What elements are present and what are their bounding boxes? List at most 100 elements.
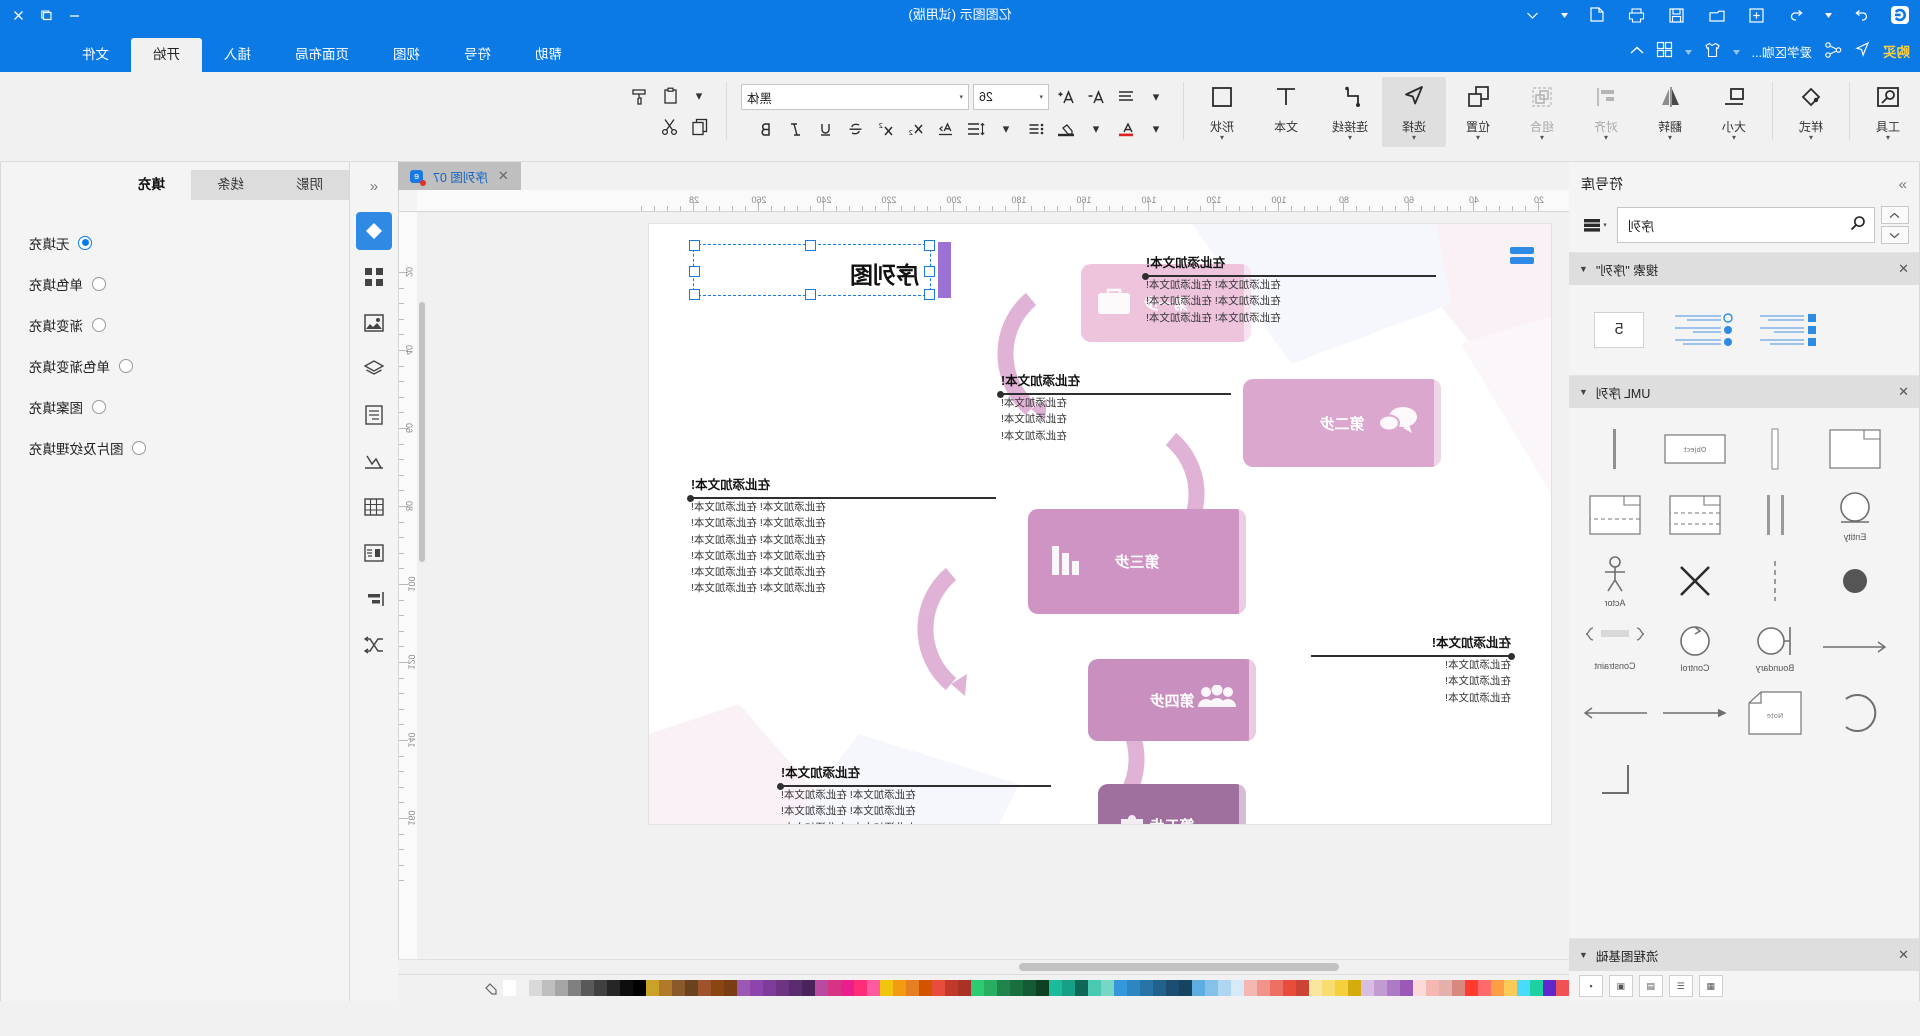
color-swatch[interactable] <box>1192 980 1205 996</box>
color-swatch[interactable] <box>1504 980 1517 996</box>
caption-4[interactable]: 在此添加文本! 在此添加文本! 在此添加文本! 在此添加文本! <box>1311 632 1511 706</box>
notes-tool[interactable] <box>356 396 392 434</box>
color-swatch[interactable] <box>1114 980 1127 996</box>
tab-symbols[interactable]: 符号 <box>442 38 513 72</box>
shape-corner-connector[interactable] <box>1575 746 1655 812</box>
color-swatch[interactable] <box>815 980 828 996</box>
shape-button[interactable]: 形状 ▾ <box>1190 77 1254 147</box>
account-dropdown-icon[interactable] <box>1732 44 1740 58</box>
color-swatch[interactable] <box>659 980 672 996</box>
color-swatch[interactable] <box>893 980 906 996</box>
selection-handle[interactable] <box>689 240 700 251</box>
radio-indicator[interactable] <box>92 317 106 332</box>
font-family-input[interactable]: ▾ 黑体 <box>741 84 969 110</box>
color-swatch[interactable] <box>906 980 919 996</box>
tab-fill[interactable]: 填充 <box>112 170 191 200</box>
shape-boundary[interactable]: Boundary <box>1735 614 1815 680</box>
color-swatch[interactable] <box>1179 980 1192 996</box>
library-section-header[interactable]: ✕ 搜索 "序列" ▼ <box>1569 253 1919 285</box>
tools-caret[interactable]: ▾ <box>1886 133 1890 142</box>
style-caret[interactable]: ▾ <box>1809 133 1813 142</box>
color-swatch[interactable] <box>555 980 568 996</box>
radio-indicator[interactable] <box>78 235 93 250</box>
step-box-2[interactable]: 第二步 <box>1243 379 1441 467</box>
color-swatch[interactable] <box>1530 980 1543 996</box>
size-caret[interactable]: ▾ <box>1732 133 1736 142</box>
color-swatch[interactable] <box>724 980 737 996</box>
chevron-double-left-icon[interactable]: « <box>350 168 398 204</box>
caption-3[interactable]: 在此添加文本! 在此添加文本! 在此添加文本! 在此添加文本! 在此添加文本! … <box>691 474 996 597</box>
view-small-icon[interactable]: ▪ <box>1579 975 1603 997</box>
buy-button[interactable]: 购买 <box>1883 41 1910 61</box>
fill-option-pattern[interactable]: 图案填充 <box>29 386 349 427</box>
selection-handle[interactable] <box>805 289 816 300</box>
step-box-3[interactable]: 第三步 <box>1028 509 1246 614</box>
shape-curve-connector[interactable] <box>1815 680 1895 746</box>
font-color-caret[interactable]: ▾ <box>1143 117 1169 141</box>
palette-more-icon[interactable] <box>479 981 503 995</box>
symbol-search-input[interactable] <box>1626 216 1844 234</box>
color-swatch[interactable] <box>1270 980 1283 996</box>
color-swatch[interactable] <box>529 980 542 996</box>
underline-button[interactable] <box>813 117 839 141</box>
color-swatch[interactable] <box>1517 980 1530 996</box>
color-swatch[interactable] <box>1322 980 1335 996</box>
color-swatch[interactable] <box>1387 980 1400 996</box>
selection-handle[interactable] <box>805 240 816 251</box>
image-tool[interactable] <box>356 304 392 342</box>
highlight-color-button[interactable] <box>1053 117 1079 141</box>
color-swatch[interactable] <box>568 980 581 996</box>
step-box-5[interactable]: 第五步 <box>1098 784 1246 824</box>
color-swatch[interactable] <box>828 980 841 996</box>
canvas-horizontal-scrollbar[interactable] <box>398 959 1569 974</box>
selection-handle[interactable] <box>689 266 700 277</box>
close-icon[interactable]: ✕ <box>1898 947 1909 963</box>
size-button[interactable]: 大小 ▾ <box>1702 77 1766 147</box>
fill-option-none[interactable]: 无填充 <box>29 222 349 263</box>
grow-font-button[interactable] <box>1053 85 1079 109</box>
radio-indicator[interactable] <box>92 276 106 291</box>
chevron-down-icon[interactable]: ▼ <box>1579 387 1588 397</box>
cursor-icon[interactable] <box>1854 41 1871 61</box>
shape-alt-frame[interactable] <box>1575 482 1655 548</box>
shape-message-right[interactable] <box>1575 680 1655 746</box>
color-swatch[interactable] <box>1075 980 1088 996</box>
color-swatch[interactable] <box>1101 980 1114 996</box>
color-swatch[interactable] <box>750 980 763 996</box>
selection-handle[interactable] <box>689 289 700 300</box>
color-swatch[interactable] <box>1205 980 1218 996</box>
color-swatch[interactable] <box>1335 980 1348 996</box>
color-swatch[interactable] <box>1413 980 1426 996</box>
shape-caret[interactable]: ▾ <box>1220 133 1224 142</box>
view-grid-icon[interactable]: ▦ <box>1699 975 1723 997</box>
select-caret[interactable]: ▾ <box>1412 133 1416 142</box>
list-item[interactable] <box>1747 297 1827 363</box>
canvas-viewport[interactable]: 第一步 第二步 第三步 第四步 在此添加文本! 在此添加文本! 在此添加文本! … <box>417 212 1569 959</box>
scroll-thumb[interactable] <box>419 302 425 562</box>
color-swatch[interactable] <box>594 980 607 996</box>
shape-frame[interactable] <box>1815 416 1895 482</box>
layers-tool[interactable] <box>356 350 392 388</box>
view-large-icon[interactable]: ▣ <box>1609 975 1633 997</box>
shrink-font-button[interactable] <box>1083 85 1109 109</box>
color-swatch[interactable] <box>1088 980 1101 996</box>
color-swatch[interactable] <box>1348 980 1361 996</box>
library-section-header[interactable]: ✕ UML 序列 ▼ <box>1569 376 1919 408</box>
scroll-thumb[interactable] <box>1019 963 1339 971</box>
tab-help[interactable]: 帮助 <box>513 38 584 72</box>
color-swatch[interactable] <box>607 980 620 996</box>
fill-tool[interactable] <box>356 212 392 250</box>
align-button[interactable]: 对齐 ▾ <box>1574 77 1638 147</box>
color-swatch[interactable] <box>542 980 555 996</box>
fill-option-mono-gradient[interactable]: 单色渐变填充 <box>29 345 349 386</box>
color-swatch[interactable] <box>1452 980 1465 996</box>
chart-tool[interactable] <box>356 442 392 480</box>
theme-dropdown-icon[interactable] <box>1684 44 1692 58</box>
shapes-tool[interactable] <box>356 258 392 296</box>
color-swatch[interactable] <box>685 980 698 996</box>
shape-entity[interactable]: Entity <box>1815 482 1895 548</box>
selection-handle[interactable] <box>924 289 935 300</box>
group-button[interactable]: 组合 ▾ <box>1510 77 1574 147</box>
italic-button[interactable] <box>783 117 809 141</box>
color-swatch[interactable] <box>737 980 750 996</box>
